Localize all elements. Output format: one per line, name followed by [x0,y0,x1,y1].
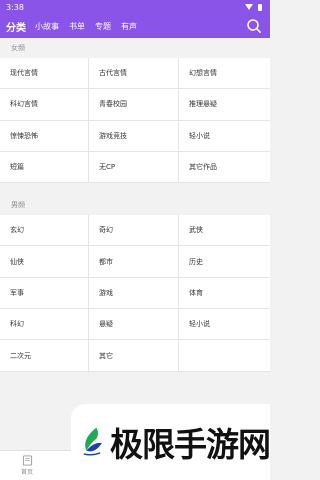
category-item[interactable]: 青春校园 [89,89,179,121]
home-icon [22,455,32,466]
section-title-male: 男频 [11,201,25,210]
category-item[interactable]: 惊悚恐怖 [0,120,89,152]
category-grid-female: 现代言情 古代言情 幻想言情 科幻言情 青春校园 推理悬疑 惊悚恐怖 游戏竞技 … [0,58,270,184]
category-content: 女频 现代言情 古代言情 幻想言情 科幻言情 青春校园 推理悬疑 惊悚恐怖 游戏… [0,38,270,450]
nav-home-label: 首页 [20,469,33,476]
category-item[interactable]: 悬疑 [89,309,179,341]
category-item[interactable]: 轻小说 [179,121,270,152]
category-item[interactable]: 仙侠 [0,246,89,278]
category-item[interactable]: 奇幻 [89,215,179,247]
category-item[interactable]: 体育 [179,278,270,310]
wifi-icon [245,4,253,10]
watermark-overlay: 极限手游网 [71,404,271,480]
category-item[interactable]: 科幻 [0,309,89,341]
tab-topics[interactable]: 专题 [95,21,111,32]
category-item[interactable]: 无CP [89,151,179,184]
category-item[interactable]: 历史 [179,246,270,278]
category-item[interactable]: 二次元 [0,340,89,372]
category-item-empty [179,340,270,372]
section-title-female: 女频 [11,44,25,52]
category-item[interactable]: 古代言情 [89,58,179,90]
category-item[interactable]: 其它 [89,340,179,372]
status-bar: 3:38 [0,0,270,14]
category-item[interactable]: 游戏 [89,277,179,310]
category-item[interactable]: 其它作品 [179,152,270,184]
nav-home[interactable]: 首页 [17,455,37,476]
battery-icon [258,3,262,11]
category-item[interactable]: 幻想言情 [179,58,270,90]
top-tab-bar: 分类 小故事 书单 专题 有声 [0,14,270,38]
category-item[interactable]: 短篇 [0,151,89,184]
category-item[interactable]: 科幻言情 [0,89,89,121]
category-item[interactable]: 现代言情 [0,58,89,90]
category-item[interactable]: 游戏竞技 [89,120,179,152]
category-item[interactable]: 轻小说 [179,309,270,341]
tab-book-lists[interactable]: 书单 [69,21,85,32]
watermark-logo [83,427,102,456]
watermark-text: 极限手游网 [110,425,271,464]
tab-category[interactable]: 分类 [6,19,26,34]
category-item[interactable]: 玄幻 [0,215,89,247]
category-item[interactable]: 军事 [0,277,89,310]
status-icons [245,3,262,11]
category-grid-male: 玄幻 奇幻 武侠 仙侠 都市 历史 军事 游戏 体育 科幻 悬疑 轻小说 二次元… [0,215,270,372]
category-item[interactable]: 武侠 [179,215,270,247]
search-icon[interactable] [246,18,262,34]
tab-short-stories[interactable]: 小故事 [35,21,59,32]
tab-audio[interactable]: 有声 [121,21,137,32]
category-item[interactable]: 推理悬疑 [179,89,270,121]
category-item[interactable]: 都市 [89,246,179,278]
status-time: 3:38 [6,2,24,12]
